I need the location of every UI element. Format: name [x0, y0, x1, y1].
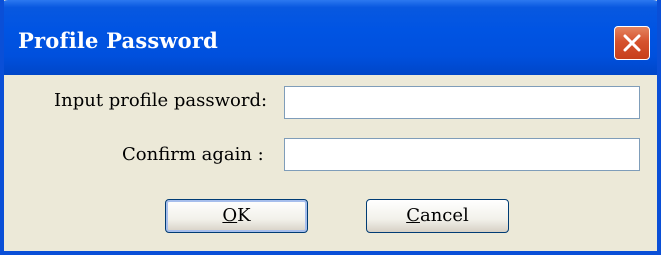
title-bar[interactable]: Profile Password [4, 0, 657, 75]
ok-mnemonic: O [222, 205, 238, 226]
close-icon [623, 34, 641, 52]
ok-label-rest: K [237, 205, 251, 226]
cancel-mnemonic: C [406, 205, 420, 226]
cancel-button[interactable]: Cancel [366, 199, 509, 233]
confirm-password-input[interactable] [284, 138, 640, 171]
confirm-label: Confirm again : [122, 144, 264, 165]
password-input[interactable] [284, 86, 640, 119]
ok-button[interactable]: OK [165, 199, 308, 233]
profile-password-dialog: Profile Password Input profile password:… [0, 0, 661, 255]
password-label: Input profile password: [54, 90, 268, 111]
dialog-body: Input profile password: Confirm again : … [4, 75, 657, 251]
close-button[interactable] [614, 26, 650, 60]
cancel-label-rest: ancel [419, 205, 469, 226]
window-title: Profile Password [18, 28, 219, 53]
